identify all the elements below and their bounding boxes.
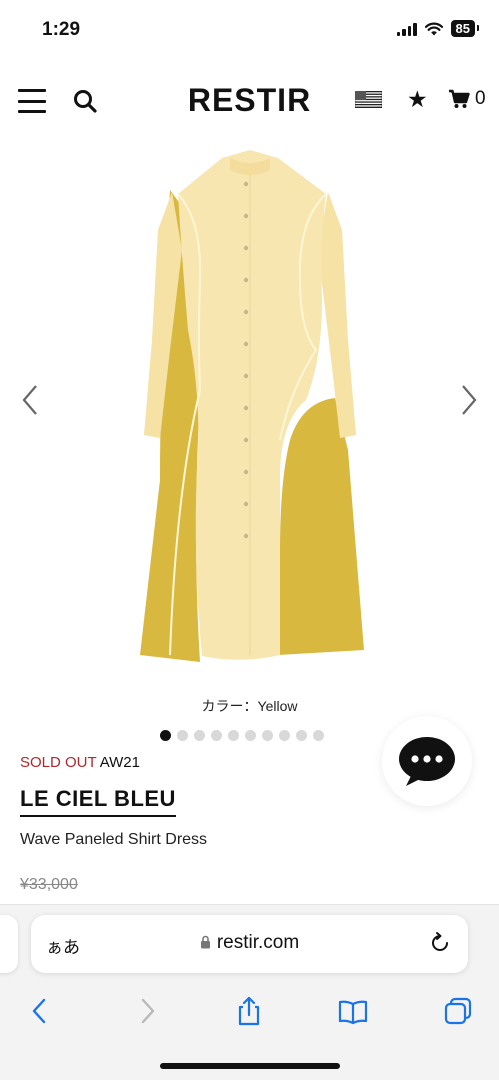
browser-bottom-bar: ぁあ restir.com: [0, 904, 499, 1080]
reload-icon[interactable]: [428, 931, 452, 955]
product-gallery[interactable]: [0, 140, 499, 680]
color-caption: カラー：Yellow: [201, 698, 298, 714]
season-label: AW21: [99, 754, 140, 771]
chevron-left-icon[interactable]: [16, 380, 46, 420]
us-flag-icon[interactable]: [355, 91, 382, 108]
back-arrow-icon[interactable]: [24, 995, 56, 1027]
url-display: restir.com: [31, 932, 468, 954]
status-bar: 1:29 85: [0, 0, 499, 60]
brand-link[interactable]: LE CIEL BLEU: [20, 786, 176, 817]
cart-count: 0: [475, 88, 486, 109]
wifi-icon: [424, 22, 443, 35]
gallery-dot[interactable]: [211, 730, 222, 741]
home-indicator: [160, 1063, 340, 1069]
gallery-dot[interactable]: [160, 730, 171, 741]
site-header: RESTIR ★ 0: [0, 70, 499, 130]
gallery-dot[interactable]: [194, 730, 205, 741]
gallery-dot[interactable]: [245, 730, 256, 741]
gallery-dot[interactable]: [296, 730, 307, 741]
tabs-icon[interactable]: [442, 995, 474, 1027]
product-image: [140, 150, 364, 662]
gallery-dot[interactable]: [279, 730, 290, 741]
menu-icon[interactable]: [18, 87, 46, 115]
product-meta: SOLD OUT AW21: [20, 754, 140, 771]
favorites-star-icon[interactable]: ★: [407, 86, 428, 112]
gallery-dot[interactable]: [313, 730, 324, 741]
previous-tab-preview[interactable]: [0, 915, 18, 973]
chat-bubble-icon: [399, 737, 455, 786]
lock-icon: [200, 935, 210, 949]
chevron-right-icon[interactable]: [453, 380, 483, 420]
cart-icon: [449, 89, 470, 108]
status-time: 1:29: [42, 19, 81, 40]
status-icons: 85: [396, 20, 480, 37]
gallery-dot[interactable]: [228, 730, 239, 741]
search-icon[interactable]: [72, 88, 98, 114]
gallery-dot[interactable]: [177, 730, 188, 741]
share-icon[interactable]: [233, 995, 265, 1027]
product-name: Wave Paneled Shirt Dress: [20, 831, 208, 848]
sold-out-badge: SOLD OUT: [20, 754, 97, 771]
forward-arrow-icon[interactable]: [131, 995, 163, 1027]
cart-button[interactable]: 0: [448, 88, 486, 110]
gallery-dot[interactable]: [262, 730, 273, 741]
battery-indicator: 85: [450, 20, 480, 37]
chat-button[interactable]: [382, 716, 472, 806]
gallery-pagination: [160, 730, 324, 741]
page-settings-button[interactable]: ぁあ: [46, 933, 80, 958]
address-bar[interactable]: ぁあ restir.com: [31, 915, 468, 973]
bookmarks-icon[interactable]: [337, 995, 369, 1027]
browser-toolbar: [0, 989, 499, 1033]
url-text: restir.com: [216, 932, 300, 953]
cellular-signal-icon: [396, 22, 417, 36]
product-price: ¥33,000: [20, 876, 78, 893]
